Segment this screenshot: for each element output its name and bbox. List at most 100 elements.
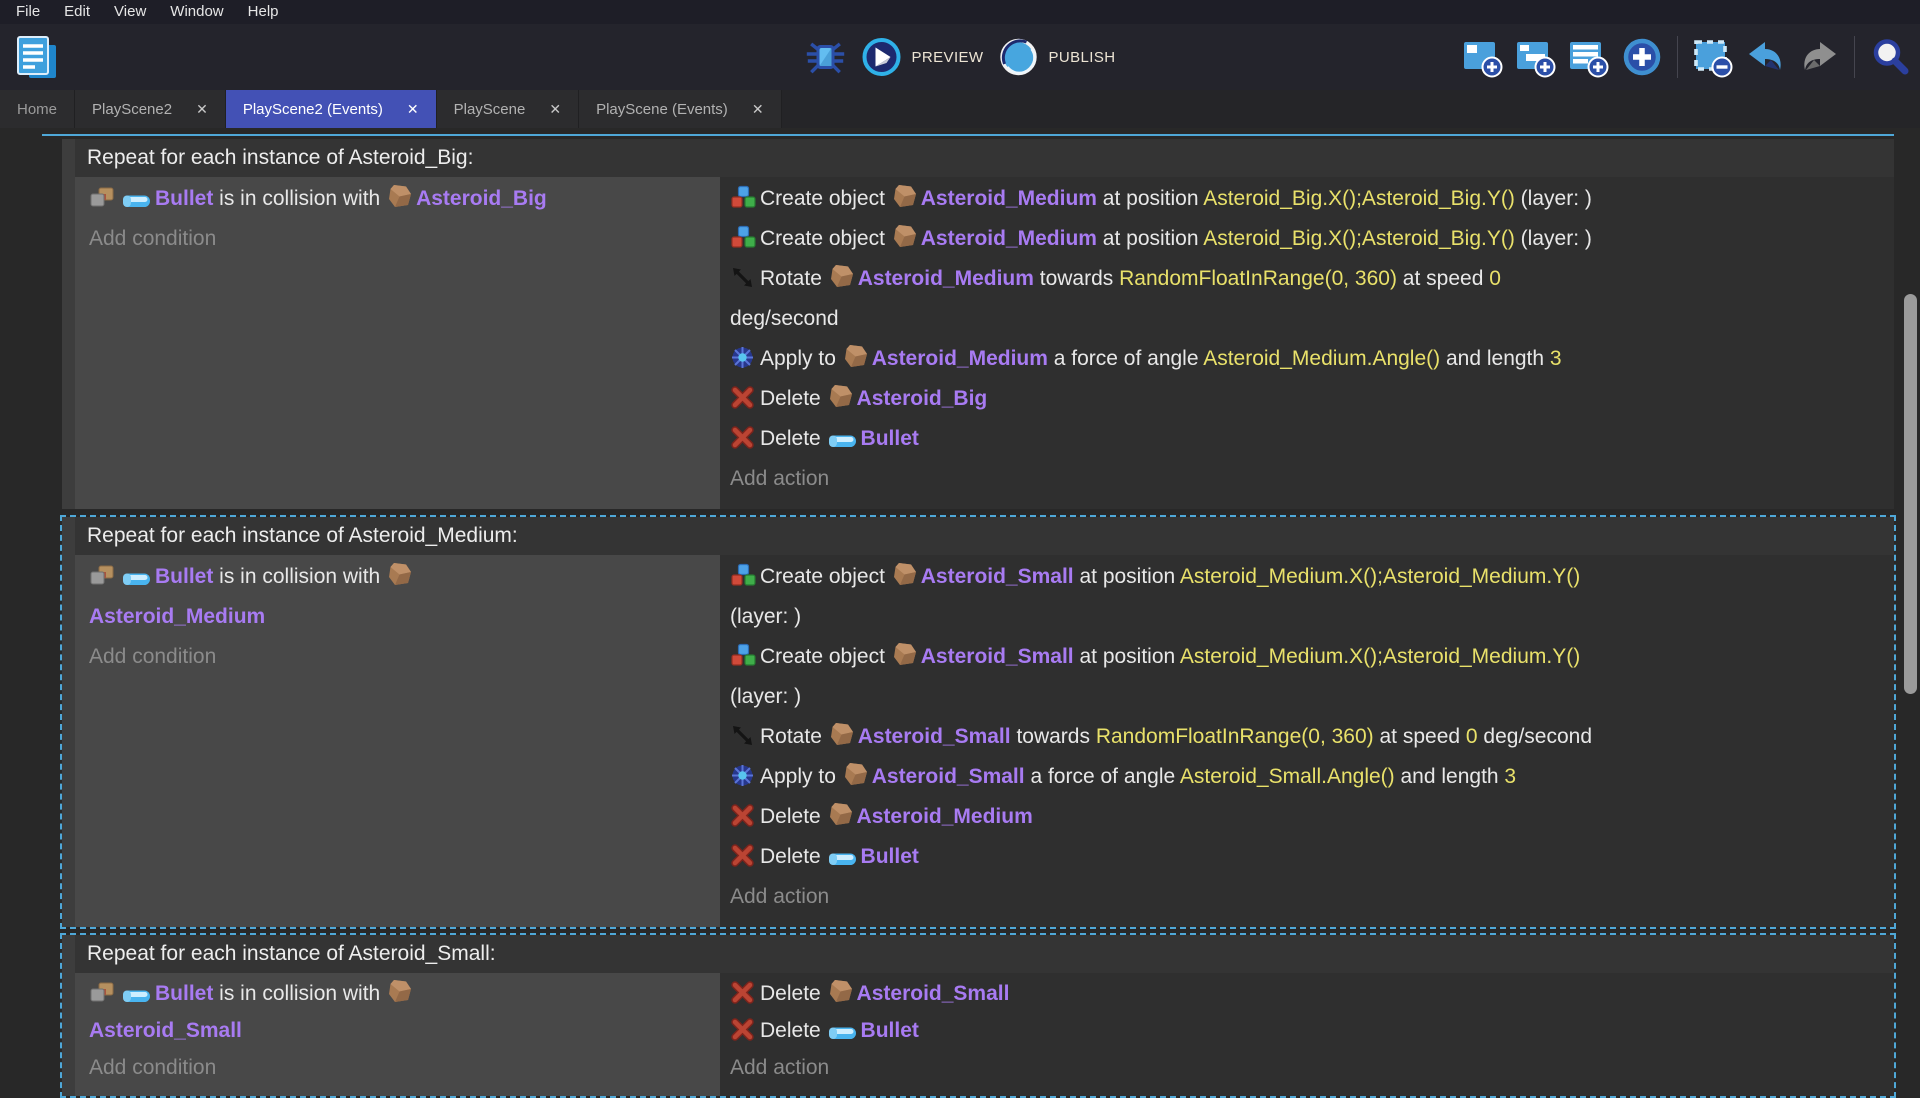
add-condition-link[interactable]: Add condition [89,637,708,677]
tab-playscene[interactable]: PlayScene ✕ [436,90,580,128]
condition-row[interactable]: Bullet is in collision with Asteroid_Big [89,179,708,219]
action-row[interactable]: Rotate Asteroid_Small towards RandomFloa… [730,717,1886,757]
delete-icon [730,843,755,868]
event-block[interactable]: Repeat for each instance of Asteroid_Med… [60,515,1896,929]
publish-button[interactable]: PUBLISH [997,36,1115,78]
tab-label: PlayScene2 (Events) [242,100,383,118]
preview-button[interactable]: PREVIEW [861,36,984,78]
scrollbar-thumb[interactable] [1904,294,1917,694]
event-drag-handle[interactable] [62,517,75,927]
event-header[interactable]: Repeat for each instance of Asteroid_Med… [75,517,1894,555]
action-row[interactable]: Apply to Asteroid_Small a force of angle… [730,757,1886,797]
expression-value: Asteroid_Big.X();Asteroid_Big.Y() [1203,187,1515,210]
instruction-text: Delete [760,845,827,868]
create-object-icon [730,563,757,588]
menu-view[interactable]: View [102,0,158,24]
asteroid-object-icon [827,801,854,828]
create-object-icon [730,185,757,210]
add-action-link[interactable]: Add action [730,459,1886,499]
delete-icon [730,980,755,1005]
object-name: Bullet [860,427,919,450]
tab-playscene2[interactable]: PlayScene2 ✕ [75,90,226,128]
add-subevent-icon[interactable] [1514,35,1558,79]
event-block[interactable]: Repeat for each instance of Asteroid_Big… [60,137,1896,511]
event-header[interactable]: Repeat for each instance of Asteroid_Sma… [75,935,1894,973]
create-object-icon [730,225,757,250]
tab-playscene-events[interactable]: PlayScene (Events) ✕ [579,90,782,128]
tab-playscene2-events[interactable]: PlayScene2 (Events) ✕ [225,90,437,128]
add-comment-icon[interactable] [1567,35,1611,79]
action-row[interactable]: Delete Asteroid_Medium [730,797,1886,837]
menu-help[interactable]: Help [236,0,291,24]
search-icon[interactable] [1868,35,1912,79]
condition-row[interactable]: Bullet is in collision with Asteroid_Sma… [89,975,708,1049]
debug-icon[interactable] [805,36,847,78]
event-drag-handle[interactable] [62,139,75,509]
event-header[interactable]: Repeat for each instance of Asteroid_Big… [75,139,1894,177]
event-drag-handle[interactable] [62,935,75,1096]
tab-home[interactable]: Home [0,90,76,128]
close-tab-icon[interactable]: ✕ [196,102,208,116]
add-choose-event-icon[interactable] [1620,35,1664,79]
asteroid-object-icon [891,183,918,210]
add-action-link[interactable]: Add action [730,1049,1886,1086]
collision-icon [89,564,116,588]
action-row[interactable]: Rotate Asteroid_Medium towards RandomFlo… [730,259,1886,339]
action-row[interactable]: Delete Asteroid_Small [730,975,1886,1012]
menu-edit[interactable]: Edit [52,0,102,24]
redo-icon[interactable] [1797,35,1841,79]
instruction-text: (layer: ) [730,685,802,708]
gdevelop-logo-icon[interactable] [14,34,58,82]
add-condition-link[interactable]: Add condition [89,219,708,259]
action-row[interactable]: Apply to Asteroid_Medium a force of angl… [730,339,1886,379]
event-block[interactable]: Repeat for each instance of Asteroid_Sma… [60,933,1896,1098]
instruction-text: Delete [760,387,827,410]
expression-value: RandomFloatInRange(0, 360) [1119,267,1397,290]
bullet-object-icon [121,569,152,588]
menu-window[interactable]: Window [158,0,235,24]
instruction-text: a force of angle [1047,347,1204,370]
action-row[interactable]: Delete Bullet [730,837,1886,877]
action-row[interactable]: Delete Asteroid_Big [730,379,1886,419]
close-tab-icon[interactable]: ✕ [549,102,561,116]
publish-label: PUBLISH [1048,48,1116,66]
tab-bar: Home PlayScene2 ✕ PlayScene2 (Events) ✕ PlayS… [0,90,1920,128]
add-condition-link[interactable]: Add condition [89,1049,708,1086]
instruction-text: and length [1440,347,1550,370]
undo-icon[interactable] [1744,35,1788,79]
condition-row[interactable]: Bullet is in collision with Asteroid_Med… [89,557,708,637]
bullet-object-icon [121,191,152,210]
conditions-column: Bullet is in collision with Asteroid_Big… [75,177,720,509]
bullet-object-icon [827,1023,858,1042]
tab-label: PlayScene2 [92,100,173,118]
close-tab-icon[interactable]: ✕ [752,102,764,116]
instruction-text: at speed [1396,267,1490,290]
expression-value: Asteroid_Small.Angle() [1179,765,1395,788]
rotate-icon [730,265,755,290]
object-name: Asteroid_Small [89,1019,242,1042]
expression-value: Asteroid_Medium.X();Asteroid_Medium.Y() [1179,645,1581,668]
conditions-column: Bullet is in collision with Asteroid_Sma… [75,973,720,1096]
object-name: Asteroid_Medium [871,347,1048,370]
actions-column: Delete Asteroid_Small Delete Bullet Add ac… [720,973,1894,1096]
object-name: Bullet [860,845,919,868]
delete-icon [730,425,755,450]
action-row[interactable]: Delete Bullet [730,419,1886,459]
vertical-scrollbar[interactable] [1898,128,1920,1080]
instruction-text: Delete [760,1019,827,1042]
add-action-link[interactable]: Add action [730,877,1886,917]
action-row[interactable]: Delete Bullet [730,1012,1886,1049]
instruction-text: at position [1096,187,1204,210]
action-row[interactable]: Create object Asteroid_Medium at positio… [730,219,1886,259]
object-name: Bullet [155,982,214,1005]
action-row[interactable]: Create object Asteroid_Medium at positio… [730,179,1886,219]
collision-icon [89,186,116,210]
add-event-icon[interactable] [1461,35,1505,79]
menu-file[interactable]: File [4,0,52,24]
close-tab-icon[interactable]: ✕ [407,102,419,116]
action-row[interactable]: Create object Asteroid_Small at position… [730,637,1886,717]
action-row[interactable]: Create object Asteroid_Small at position… [730,557,1886,637]
tab-label: Home [17,100,58,118]
toggle-disabled-icon[interactable] [1691,35,1735,79]
object-name: Asteroid_Medium [89,605,266,628]
